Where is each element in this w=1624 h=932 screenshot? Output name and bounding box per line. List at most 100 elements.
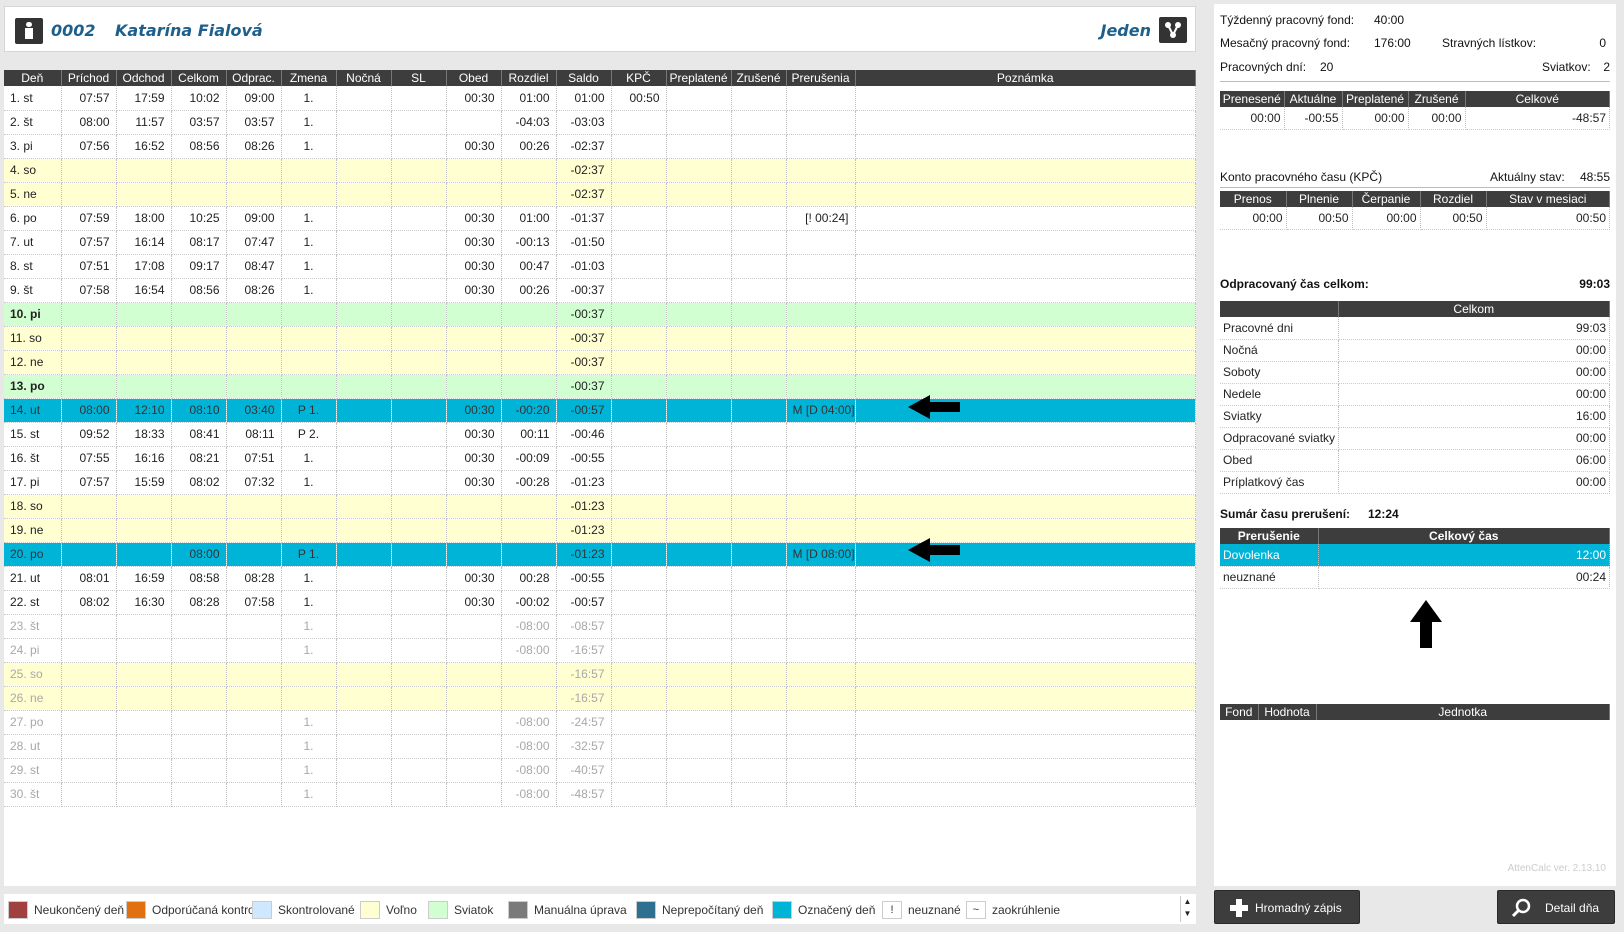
table-row[interactable]: 12. ne -00:37 bbox=[4, 350, 1196, 375]
table-row[interactable]: 23. št 1. -08:00 -08:57 bbox=[4, 614, 1196, 639]
group-switch-icon[interactable] bbox=[1159, 17, 1187, 43]
table-row[interactable]: 26. ne -16:57 bbox=[4, 686, 1196, 711]
column-header[interactable]: Celkom bbox=[171, 70, 227, 86]
person-icon[interactable] bbox=[15, 18, 43, 44]
table-cell bbox=[611, 686, 667, 711]
table-cell bbox=[446, 638, 502, 663]
table-row[interactable]: 9. št 07:58 16:54 08:56 08:26 1. 00:30 00:26 -00… bbox=[4, 278, 1196, 303]
table-cell bbox=[666, 158, 732, 183]
table-cell: 5. ne bbox=[4, 182, 62, 207]
column-header[interactable]: Príchod bbox=[61, 70, 117, 86]
table-row[interactable]: 25. so -16:57 bbox=[4, 662, 1196, 687]
table-cell bbox=[336, 158, 392, 183]
column-header[interactable]: Deň bbox=[4, 70, 62, 86]
table-row[interactable]: 30. št 1. -08:00 -48:57 bbox=[4, 782, 1196, 807]
table-row[interactable]: 21. ut 08:01 16:59 08:58 08:28 1. 00:30 00:28 -0… bbox=[4, 566, 1196, 591]
column-header[interactable]: Rozdiel bbox=[501, 70, 557, 86]
table-cell bbox=[666, 686, 732, 711]
bulk-entry-button[interactable]: Hromadný zápis bbox=[1214, 890, 1360, 924]
table-row[interactable]: 16. št 07:55 16:16 08:21 07:51 1. 00:30 -00:09-… bbox=[4, 446, 1196, 471]
table-cell bbox=[666, 374, 732, 399]
column-header[interactable]: Poznámka bbox=[855, 70, 1196, 86]
table-row[interactable]: 3. pi 07:56 16:52 08:56 08:26 1. 00:30 00:26 -02… bbox=[4, 134, 1196, 159]
table-cell: 15:59 bbox=[116, 470, 172, 495]
table-cell bbox=[336, 422, 392, 447]
table-cell bbox=[611, 542, 667, 567]
table-row[interactable]: 4. so -02:37 bbox=[4, 158, 1196, 183]
column-header[interactable]: Obed bbox=[446, 70, 502, 86]
table-row[interactable]: 29. st 1. -08:00 -40:57 bbox=[4, 758, 1196, 783]
table-row[interactable]: 22. st 08:02 16:30 08:28 07:58 1. 00:30 -00:02-… bbox=[4, 590, 1196, 615]
table-row[interactable]: 11. so -00:37 bbox=[4, 326, 1196, 351]
table-cell: 17. pi bbox=[4, 470, 62, 495]
table-row[interactable]: 8. st 07:51 17:08 09:17 08:47 1. 00:30 00:47 -01… bbox=[4, 254, 1196, 279]
column-header[interactable]: Nočná bbox=[336, 70, 392, 86]
table-cell bbox=[666, 542, 732, 567]
table-row[interactable]: 17. pi 07:57 15:59 08:02 07:32 1. 00:30 -00:28-… bbox=[4, 470, 1196, 495]
legend-scroll[interactable]: ▲ ▼ bbox=[1180, 896, 1194, 922]
table-cell: -00:37 bbox=[556, 278, 612, 303]
table-row[interactable]: 28. ut 1. -08:00 -32:57 bbox=[4, 734, 1196, 759]
table-cell: -02:37 bbox=[556, 158, 612, 183]
table-row[interactable]: 18. so -01:23 bbox=[4, 494, 1196, 519]
table-cell: -48:57 bbox=[556, 782, 612, 807]
table-row[interactable]: 13. po -00:37 bbox=[4, 374, 1196, 399]
table-cell: 7. ut bbox=[4, 230, 62, 255]
table-row[interactable]: 6. po 07:59 18:00 10:25 09:00 1. 00:30 01:00 -01… bbox=[4, 206, 1196, 231]
table-row[interactable]: 20. po 08:00 P 1. -01:23 M [D 08:00] bbox=[4, 542, 1196, 567]
table-cell bbox=[391, 326, 447, 351]
table-cell bbox=[731, 710, 787, 735]
table-cell: 15. st bbox=[4, 422, 62, 447]
table-row[interactable]: 15. st 09:52 18:33 08:41 08:11 P 2. 00:30 00:11… bbox=[4, 422, 1196, 447]
table-cell bbox=[611, 590, 667, 615]
table-cell: 12:10 bbox=[116, 398, 172, 423]
column-header[interactable]: Preplatené bbox=[666, 70, 732, 86]
table-cell bbox=[855, 566, 1196, 591]
column-header[interactable]: Zmena bbox=[281, 70, 337, 86]
table-row[interactable]: 14. ut 08:00 12:10 08:10 03:40 P 1. 00:30 -00:2… bbox=[4, 398, 1196, 423]
column-header: Čerpanie bbox=[1352, 191, 1421, 207]
column-header[interactable]: Prerušenia bbox=[786, 70, 856, 86]
table-cell bbox=[855, 758, 1196, 783]
table-cell: 00:00 bbox=[1220, 107, 1285, 130]
table-cell: 14. ut bbox=[4, 398, 62, 423]
table-row[interactable]: 1. st 07:57 17:59 10:02 09:00 1. 00:30 01:00 01:… bbox=[4, 86, 1196, 111]
table-cell bbox=[611, 230, 667, 255]
column-header[interactable]: KPČ bbox=[611, 70, 667, 86]
table-cell bbox=[666, 662, 732, 687]
table-row[interactable]: 7. ut 07:57 16:14 08:17 07:47 1. 00:30 -00:13 -0… bbox=[4, 230, 1196, 255]
table-cell bbox=[666, 134, 732, 159]
table-cell bbox=[855, 686, 1196, 711]
column-header[interactable]: Odprac. bbox=[226, 70, 282, 86]
table-cell: 07:56 bbox=[61, 134, 117, 159]
table-row[interactable]: 10. pi -00:37 bbox=[4, 302, 1196, 327]
table-cell: Dovolenka bbox=[1220, 544, 1319, 567]
day-detail-button[interactable]: Detail dňa bbox=[1497, 890, 1615, 924]
table-row[interactable]: 2. št 08:00 11:57 03:57 03:57 1. -04:03 -03:03 bbox=[4, 110, 1196, 135]
table-cell bbox=[226, 350, 282, 375]
plus-icon bbox=[1230, 899, 1248, 917]
table-cell: Obed bbox=[1220, 449, 1339, 472]
table-row[interactable]: 27. po 1. -08:00 -24:57 bbox=[4, 710, 1196, 735]
table-cell bbox=[171, 326, 227, 351]
table-row[interactable]: 19. ne -01:23 bbox=[4, 518, 1196, 543]
table-row[interactable]: 24. pi 1. -08:00 -16:57 bbox=[4, 638, 1196, 663]
table-row: Nedele 00:00 bbox=[1220, 383, 1610, 406]
table-cell bbox=[446, 734, 502, 759]
table-cell: 00:30 bbox=[446, 566, 502, 591]
column-header[interactable]: Zrušené bbox=[731, 70, 787, 86]
table-cell: -08:00 bbox=[501, 782, 557, 807]
table-cell bbox=[786, 470, 856, 495]
column-header[interactable]: SL bbox=[391, 70, 447, 86]
column-header[interactable]: Saldo bbox=[556, 70, 612, 86]
table-cell: 16:59 bbox=[116, 566, 172, 591]
column-header[interactable]: Odchod bbox=[116, 70, 172, 86]
table-cell: -32:57 bbox=[556, 734, 612, 759]
table-cell bbox=[336, 758, 392, 783]
table-row[interactable]: neuznané 00:24 bbox=[1220, 566, 1610, 589]
table-row[interactable]: 5. ne -02:37 bbox=[4, 182, 1196, 207]
table-cell bbox=[281, 662, 337, 687]
table-row[interactable]: Dovolenka 12:00 bbox=[1220, 544, 1610, 567]
worked-table: Celkom Pracovné dni 99:03 Nočná 00:00 Soboty… bbox=[1220, 301, 1610, 494]
table-cell: 10:02 bbox=[171, 86, 227, 111]
